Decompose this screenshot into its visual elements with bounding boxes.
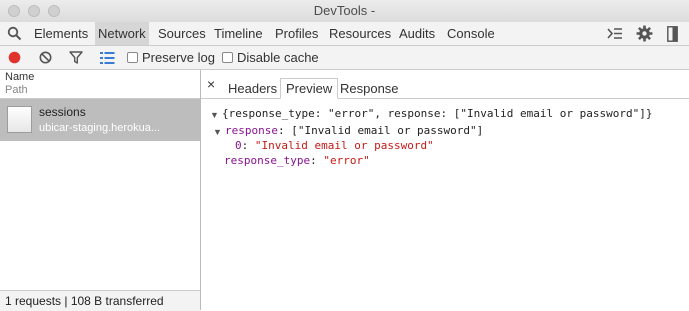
- tab-resources[interactable]: Resources: [329, 22, 391, 45]
- tab-console[interactable]: Console: [447, 22, 495, 45]
- transfer-summary: 1 requests | 108 B transferred: [5, 294, 164, 308]
- title-bar: DevTools -: [0, 0, 689, 22]
- tab-elements[interactable]: Elements: [34, 22, 88, 45]
- path-column-subheader: Path: [5, 84, 28, 96]
- response-property[interactable]: response: ["Invalid email or password"]: [225, 124, 483, 137]
- request-list-header[interactable]: Name Path: [0, 70, 200, 99]
- document-icon: [7, 106, 32, 133]
- request-list-pane: Name Path sessions ubicar-staging.heroku…: [0, 70, 201, 311]
- response-item: 0: "Invalid email or password": [235, 139, 434, 152]
- request-path: ubicar-staging.herokua...: [39, 122, 161, 134]
- response-key: response: [225, 124, 278, 137]
- preview-summary[interactable]: {response_type: "error", response: ["Inv…: [222, 107, 652, 120]
- tab-preview[interactable]: Preview: [280, 78, 339, 99]
- disable-cache-checkbox[interactable]: [222, 52, 233, 63]
- preserve-log-checkbox[interactable]: [127, 52, 138, 63]
- request-name: sessions: [39, 105, 86, 119]
- search-icon[interactable]: [7, 26, 22, 44]
- close-icon[interactable]: ×: [207, 76, 215, 92]
- response-value: : ["Invalid email or password"]: [277, 124, 484, 137]
- preserve-log-label[interactable]: Preserve log: [142, 46, 215, 69]
- request-detail-pane: × Headers Preview Response ▼ {response_t…: [201, 70, 689, 310]
- item-value: "Invalid email or password": [254, 139, 434, 152]
- tab-headers[interactable]: Headers: [223, 79, 282, 98]
- network-status-bar: 1 requests | 108 B transferred: [0, 290, 200, 311]
- disable-cache-label[interactable]: Disable cache: [237, 46, 319, 69]
- main-toolbar: Elements Network Sources Timeline Profil…: [0, 22, 689, 46]
- name-column-header[interactable]: Name: [5, 71, 34, 83]
- tab-profiles[interactable]: Profiles: [275, 22, 318, 45]
- response-type-property: response_type: "error": [224, 154, 370, 167]
- dock-side-icon[interactable]: [667, 26, 678, 45]
- tab-sources[interactable]: Sources: [158, 22, 206, 45]
- collapse-triangle-icon[interactable]: ▼: [210, 110, 219, 120]
- detail-tab-row: × Headers Preview Response: [201, 70, 689, 99]
- request-row[interactable]: sessions ubicar-staging.herokua...: [0, 99, 200, 141]
- collapse-triangle-icon[interactable]: ▼: [213, 127, 222, 137]
- console-drawer-icon[interactable]: [607, 27, 623, 43]
- tab-timeline[interactable]: Timeline: [214, 22, 263, 45]
- record-button[interactable]: [8, 51, 21, 67]
- minimize-window-button[interactable]: [28, 5, 40, 17]
- tab-audits[interactable]: Audits: [399, 22, 435, 45]
- item-index: 0: [235, 139, 242, 152]
- response-type-key: response_type: [224, 154, 311, 167]
- network-toolbar: Preserve log Disable cache: [0, 46, 689, 70]
- response-type-value: "error": [323, 154, 370, 167]
- filter-icon[interactable]: [69, 51, 83, 67]
- tab-network[interactable]: Network: [95, 22, 149, 45]
- tab-response[interactable]: Response: [335, 79, 404, 98]
- list-view-icon[interactable]: [100, 52, 115, 67]
- clear-icon[interactable]: [39, 51, 52, 67]
- window-title: DevTools -: [313, 3, 376, 18]
- close-window-button[interactable]: [8, 5, 20, 17]
- zoom-window-button[interactable]: [48, 5, 60, 17]
- gear-icon[interactable]: [636, 25, 653, 45]
